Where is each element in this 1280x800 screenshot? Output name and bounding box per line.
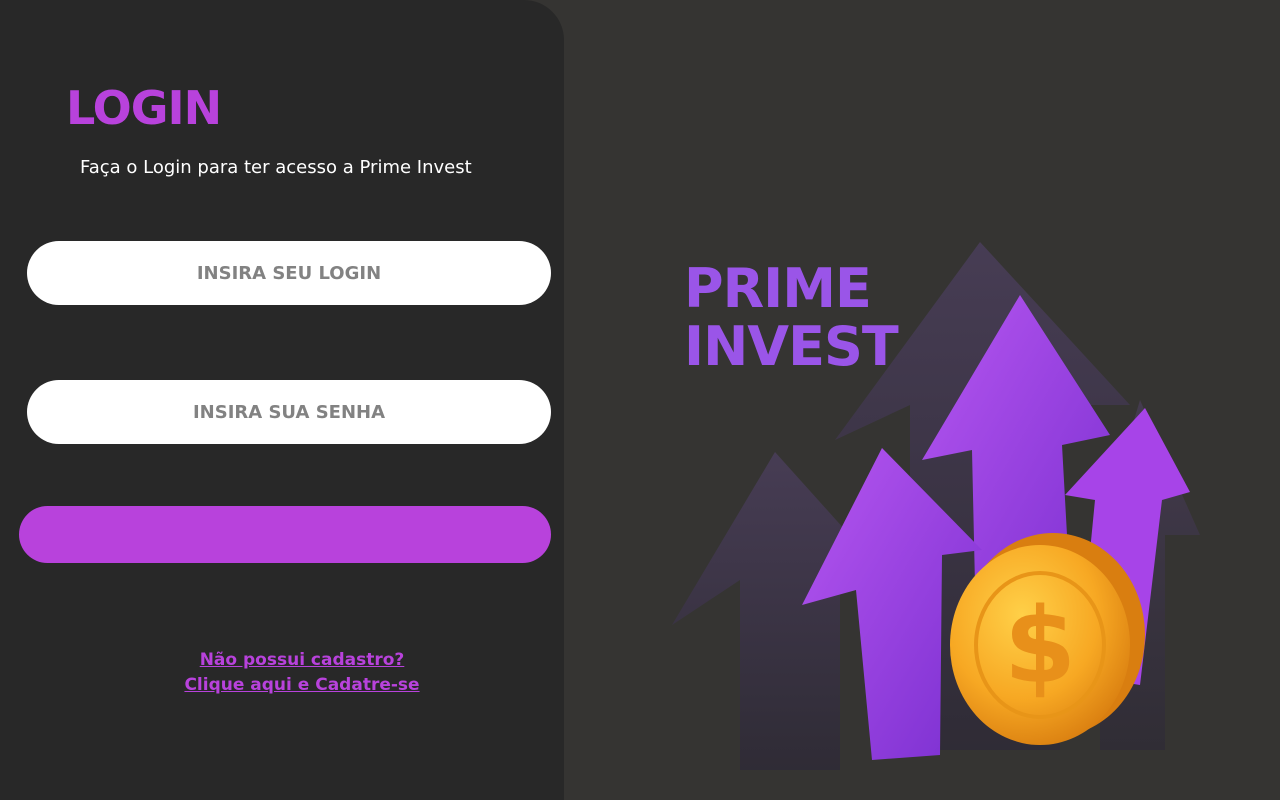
login-panel: LOGIN Faça o Login para ter acesso a Pri… [0, 0, 564, 800]
dollar-symbol: $ [1004, 585, 1076, 707]
login-page: LOGIN Faça o Login para ter acesso a Pri… [0, 0, 1280, 800]
login-subtitle: Faça o Login para ter acesso a Prime Inv… [80, 157, 472, 178]
login-title: LOGIN [66, 81, 222, 135]
brand-title-line2: INVEST [684, 315, 899, 378]
login-input[interactable] [27, 241, 551, 305]
brand-title: PRIME INVEST [684, 257, 899, 378]
signup-link[interactable]: Clique aqui e Cadatre-se [150, 673, 454, 698]
brand-title-line1: PRIME [684, 257, 872, 320]
login-button[interactable] [19, 506, 551, 563]
signup-links: Não possui cadastro? Clique aqui e Cadat… [150, 648, 454, 698]
password-input[interactable] [27, 380, 551, 444]
no-account-link[interactable]: Não possui cadastro? [150, 648, 454, 673]
